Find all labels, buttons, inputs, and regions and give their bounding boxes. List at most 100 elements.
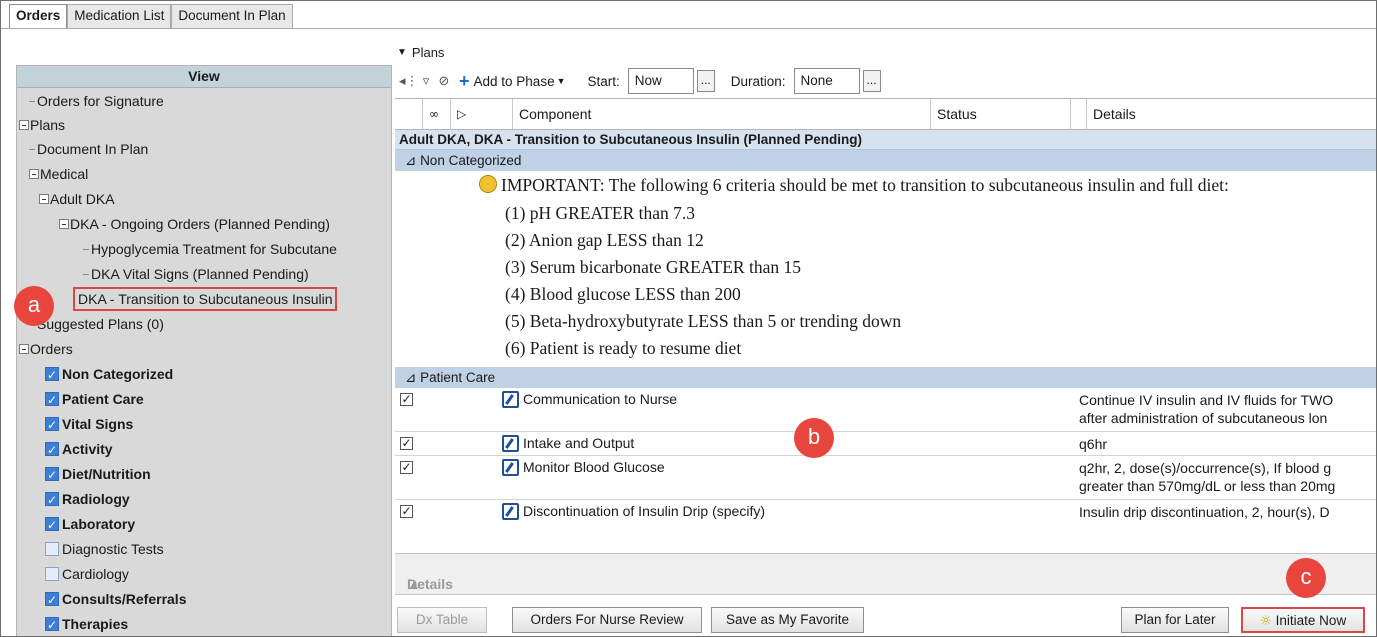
filter-icon[interactable]: ▿ — [417, 74, 435, 89]
order-detail-line: greater than 570mg/dL or less than 20mg — [1079, 478, 1336, 494]
category-therapies[interactable]: Therapies — [45, 612, 128, 636]
category-checkbox[interactable] — [45, 463, 59, 487]
section-non-categorized[interactable]: ⊿ Non Categorized — [395, 150, 1376, 171]
category-checkbox[interactable] — [45, 613, 59, 636]
order-checkbox[interactable]: ✓ — [400, 393, 413, 406]
tree-item-dka-vital-signs[interactable]: DKA Vital Signs (Planned Pending) — [83, 262, 309, 286]
order-component: Monitor Blood Glucose — [523, 459, 665, 475]
category-label: Cardiology — [62, 566, 129, 582]
tree-item-label: Adult DKA — [50, 191, 115, 207]
view-navigator: View Orders for Signature Plans Document… — [16, 65, 392, 636]
category-checkbox[interactable] — [45, 413, 59, 437]
category-checkbox[interactable] — [45, 513, 59, 537]
duration-field[interactable]: None — [793, 68, 860, 94]
flag-column-icon[interactable]: ▷ — [451, 99, 513, 130]
category-non-categorized[interactable]: Non Categorized — [45, 362, 173, 387]
start-picker-button[interactable]: ... — [696, 70, 715, 92]
order-row[interactable]: ✓ Communication to Nurse Continue IV ins… — [395, 388, 1376, 432]
callout-c: c — [1286, 558, 1326, 598]
category-patient-care[interactable]: Patient Care — [45, 387, 144, 412]
order-checkbox[interactable]: ✓ — [400, 437, 413, 450]
initiate-now-label: Initiate Now — [1275, 613, 1347, 628]
collapse-icon[interactable] — [19, 120, 29, 130]
category-cardiology[interactable]: Cardiology — [45, 562, 129, 586]
tree-item-orders[interactable]: Orders — [19, 337, 73, 361]
collapse-icon[interactable] — [19, 344, 29, 354]
category-label: Laboratory — [62, 516, 136, 532]
dx-table-button[interactable]: Dx Table — [397, 607, 487, 633]
category-checkbox[interactable] — [45, 388, 59, 412]
orders-for-nurse-review-button[interactable]: Orders For Nurse Review — [512, 607, 702, 633]
tree-item-orders-for-signature[interactable]: Orders for Signature — [29, 89, 164, 113]
tree-item-dka-ongoing-orders[interactable]: DKA - Ongoing Orders (Planned Pending) — [59, 212, 330, 236]
category-label: Diagnostic Tests — [62, 541, 164, 557]
tree-item-adult-dka[interactable]: Adult DKA — [39, 187, 115, 211]
duration-label: Duration: — [730, 73, 786, 89]
tree-item-label: Hypoglycemia Treatment for Subcutane — [91, 241, 337, 257]
initiate-now-button[interactable]: ☼ Initiate Now — [1241, 607, 1365, 633]
tab-medication-list[interactable]: Medication List — [67, 4, 172, 28]
tree-item-plans[interactable]: Plans — [19, 113, 65, 137]
category-label: Vital Signs — [62, 416, 134, 432]
speaker-icon[interactable]: ◂⋮ — [399, 74, 419, 89]
category-label: Patient Care — [62, 391, 144, 407]
collapse-icon[interactable] — [59, 219, 69, 229]
collapse-section-icon[interactable]: ⊿ — [405, 153, 420, 168]
category-checkbox[interactable] — [45, 567, 59, 581]
status-column-header[interactable]: Status — [931, 99, 1071, 130]
duration-picker-button[interactable]: ... — [862, 70, 881, 92]
note-text: IMPORTANT: The following 6 criteria shou… — [501, 175, 1229, 195]
section-patient-care[interactable]: ⊿ Patient Care — [395, 367, 1376, 388]
plans-section-toggle[interactable]: ▼ Plans — [397, 45, 444, 60]
category-laboratory[interactable]: Laboratory — [45, 512, 136, 537]
tree-item-medical[interactable]: Medical — [29, 162, 88, 186]
order-details: Continue IV insulin and IV fluids for TW… — [1079, 391, 1333, 427]
category-label: Consults/Referrals — [62, 591, 187, 607]
order-detail-line: q2hr, 2, dose(s)/occurrence(s), If blood… — [1079, 460, 1332, 476]
category-checkbox[interactable] — [45, 438, 59, 462]
details-panel-toggle[interactable]: ▲ Details — [395, 553, 1376, 595]
tab-orders[interactable]: Orders — [9, 4, 68, 28]
note-line: IMPORTANT: The following 6 criteria shou… — [479, 175, 1229, 196]
save-as-favorite-button[interactable]: Save as My Favorite — [711, 607, 864, 633]
order-detail-line: Continue IV insulin and IV fluids for TW… — [1079, 392, 1334, 408]
details-column-header[interactable]: Details — [1087, 99, 1376, 130]
category-checkbox[interactable] — [45, 542, 59, 556]
order-row[interactable]: ✓ Monitor Blood Glucose q2hr, 2, dose(s)… — [395, 456, 1376, 500]
callout-b: b — [794, 418, 834, 458]
tree-connector — [83, 273, 89, 275]
add-to-phase-button[interactable]: Add to Phase — [474, 74, 555, 89]
plan-title-row[interactable]: Adult DKA, DKA - Transition to Subcutane… — [395, 130, 1376, 150]
tree-item-document-in-plan[interactable]: Document In Plan — [29, 137, 148, 161]
tree-item-hypoglycemia-treatment[interactable]: Hypoglycemia Treatment for Subcutane — [83, 237, 337, 261]
component-column-header[interactable]: Component — [513, 99, 931, 130]
order-checkbox[interactable]: ✓ — [400, 505, 413, 518]
order-checkbox[interactable]: ✓ — [400, 461, 413, 474]
note-line: (5) Beta-hydroxybutyrate LESS than 5 or … — [505, 311, 902, 331]
collapse-icon[interactable] — [29, 169, 39, 179]
category-consults-referrals[interactable]: Consults/Referrals — [45, 587, 187, 612]
category-diagnostic-tests[interactable]: Diagnostic Tests — [45, 537, 164, 561]
category-radiology[interactable]: Radiology — [45, 487, 130, 512]
link-column-icon[interactable]: ∞ — [423, 99, 451, 130]
category-diet-nutrition[interactable]: Diet/Nutrition — [45, 462, 151, 487]
add-icon[interactable]: + — [459, 71, 470, 92]
tree-item-dka-transition-selected[interactable]: DKA - Transition to Subcutaneous Insulin — [73, 287, 338, 311]
collapse-icon[interactable] — [39, 194, 49, 204]
order-row[interactable]: ✓ Discontinuation of Insulin Drip (speci… — [395, 500, 1376, 530]
order-row[interactable]: ✓ Intake and Output q6hr — [395, 432, 1376, 456]
plan-for-later-button[interactable]: Plan for Later — [1121, 607, 1229, 633]
cancel-circle-icon[interactable]: ⊘ — [435, 74, 453, 89]
tree-item-label: Orders for Signature — [37, 93, 164, 109]
order-note-icon — [502, 435, 519, 452]
collapse-section-icon[interactable]: ⊿ — [405, 370, 420, 385]
category-activity[interactable]: Activity — [45, 437, 113, 462]
tab-document-in-plan[interactable]: Document In Plan — [171, 4, 293, 28]
category-checkbox[interactable] — [45, 588, 59, 612]
category-vital-signs[interactable]: Vital Signs — [45, 412, 134, 437]
checkbox-column-header[interactable] — [395, 99, 423, 130]
category-checkbox[interactable] — [45, 488, 59, 512]
start-field[interactable]: Now — [627, 68, 694, 94]
category-checkbox[interactable] — [45, 363, 59, 387]
dropdown-arrow-icon[interactable]: ▼ — [557, 76, 566, 86]
